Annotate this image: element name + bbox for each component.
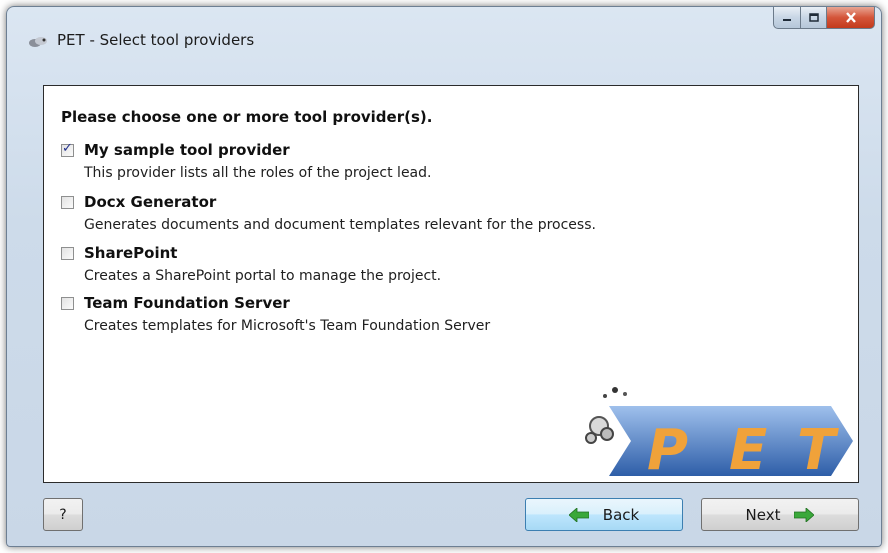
logo-letter-t: T [797, 418, 839, 476]
provider-description: Creates a SharePoint portal to manage th… [84, 268, 442, 284]
pet-logo: P E T [585, 387, 853, 476]
next-arrow-icon [794, 507, 815, 522]
back-label: Back [602, 505, 640, 524]
logo-letter-e: E [729, 418, 767, 476]
help-label: ? [59, 506, 67, 523]
provider-name[interactable]: SharePoint [84, 244, 177, 262]
provider-panel: Please choose one or more tool provider(… [43, 85, 859, 483]
provider-description: This provider lists all the roles of the… [84, 165, 432, 181]
provider-checkbox[interactable] [61, 196, 74, 209]
back-button[interactable]: Back [525, 498, 683, 531]
back-arrow-icon [568, 507, 589, 522]
provider-name[interactable]: Docx Generator [84, 193, 216, 211]
provider-description: Generates documents and document templat… [84, 217, 596, 233]
help-button[interactable]: ? [43, 498, 83, 531]
pet-app-icon [29, 37, 47, 47]
maximize-button[interactable] [801, 7, 827, 29]
checkmark-icon: ✓ [62, 141, 73, 156]
logo-letter-p: P [647, 418, 688, 476]
provider-checkbox[interactable] [61, 247, 74, 260]
provider-description: Creates templates for Microsoft's Team F… [84, 318, 491, 334]
provider-checkbox[interactable]: ✓ [61, 141, 74, 157]
provider-checkbox[interactable] [61, 297, 74, 310]
caption-buttons [773, 7, 875, 31]
window-title: PET - Select tool providers [57, 31, 255, 49]
title-bar[interactable]: PET - Select tool providers [7, 7, 881, 77]
next-label: Next [745, 505, 781, 524]
minimize-icon [783, 18, 791, 21]
maximize-icon [808, 13, 819, 22]
close-button[interactable] [827, 7, 875, 29]
provider-name[interactable]: My sample tool provider [84, 141, 290, 159]
minimize-button[interactable] [773, 7, 801, 29]
close-icon [845, 12, 856, 23]
dialog-window: PET - Select tool providers Please choos… [6, 6, 882, 547]
next-button[interactable]: Next [701, 498, 859, 531]
provider-name[interactable]: Team Foundation Server [84, 294, 290, 312]
panel-heading: Please choose one or more tool provider(… [61, 108, 433, 126]
